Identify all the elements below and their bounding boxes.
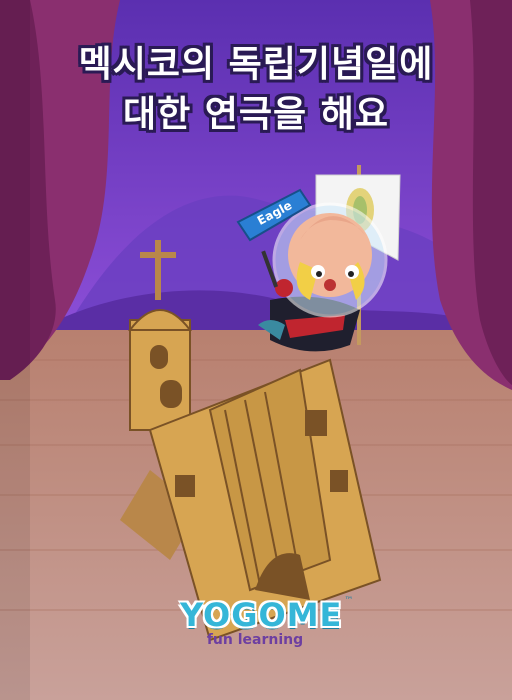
title-line-1: 멕시코의 독립기념일에: [78, 44, 434, 85]
brand-name: YOGOME: [180, 596, 343, 634]
book-cover: Eagle 멕시코의 독립기념일에 대한 연극을 해요 YOGOME ™ fun …: [0, 0, 512, 700]
logo-wordmark: YOGOME ™: [180, 596, 353, 634]
yogome-logo[interactable]: YOGOME ™ fun learning: [180, 596, 353, 666]
trademark: ™: [344, 596, 354, 606]
title-line-2: 대한 연극을 해요: [123, 94, 389, 135]
brand-tagline: fun learning: [206, 632, 304, 648]
page-title: 멕시코의 독립기념일에 대한 연극을 해요: [0, 40, 512, 140]
